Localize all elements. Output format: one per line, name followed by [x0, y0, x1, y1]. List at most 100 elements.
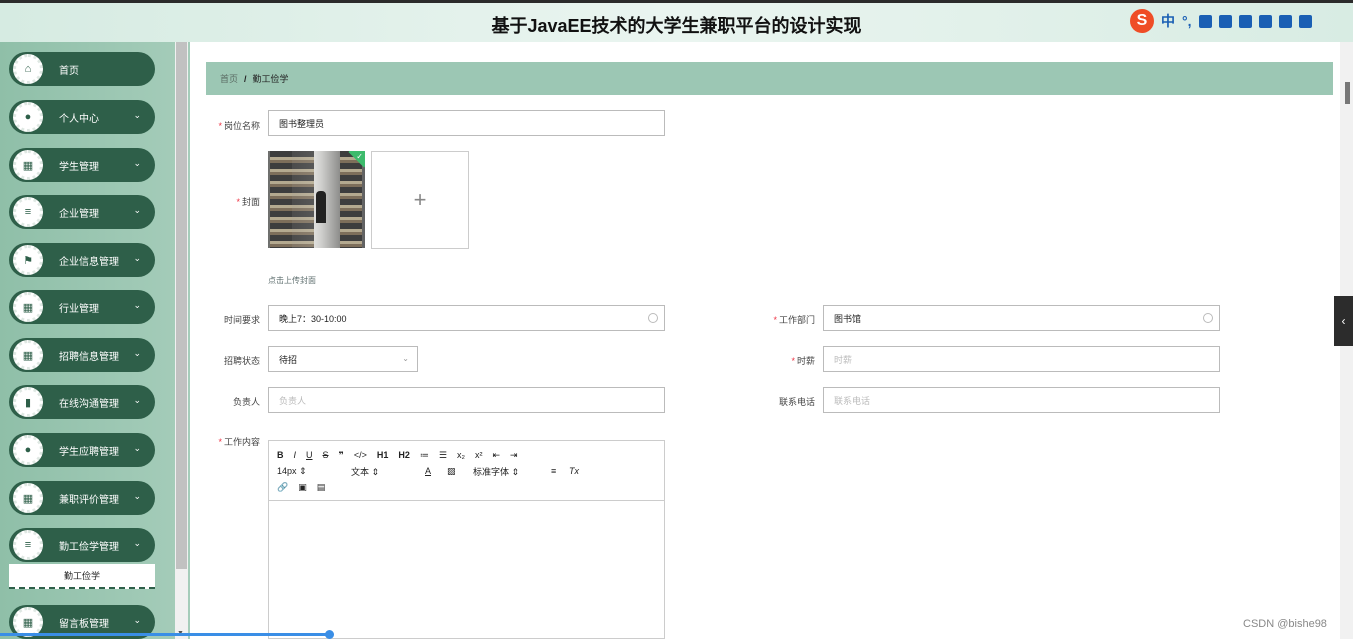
ime-toolbar[interactable]: S 中 °,: [1130, 8, 1335, 34]
sidebar-scrollbar[interactable]: ▼: [175, 42, 188, 639]
underline-button[interactable]: U: [306, 450, 313, 460]
font-family-select[interactable]: 标准字体 ⇕: [473, 465, 551, 478]
sidebar-item-label: 企业管理: [59, 208, 99, 220]
phone-input[interactable]: 联系电话: [823, 387, 1220, 413]
sogou-logo-icon[interactable]: S: [1130, 9, 1154, 33]
apps-icon[interactable]: [1298, 14, 1312, 28]
department-value: 图书馆: [834, 313, 862, 324]
position-name-input[interactable]: 图书整理员: [268, 110, 665, 136]
outdent-button[interactable]: ⇤: [492, 450, 500, 461]
sidebar-item-label: 个人中心: [59, 113, 99, 125]
sidebar-item-label: 在线沟通管理: [59, 398, 119, 410]
sidebar-item-applications[interactable]: ● 学生应聘管理 ⌄: [9, 433, 155, 467]
code-button[interactable]: </>: [354, 450, 367, 460]
cover-upload-button[interactable]: +: [371, 151, 469, 249]
breadcrumb-separator: /: [244, 73, 247, 84]
cover-image[interactable]: ✓: [268, 151, 365, 248]
department-input[interactable]: 图书馆: [823, 305, 1220, 331]
sidebar-item-students[interactable]: ▦ 学生管理 ⌄: [9, 148, 155, 182]
chevron-down-icon: ⌄: [133, 538, 141, 548]
recruit-status-value: 待招: [279, 354, 298, 365]
sidebar-item-label: 兼职评价管理: [59, 494, 119, 506]
ime-mode[interactable]: 中: [1161, 11, 1175, 31]
h2-button[interactable]: H2: [398, 450, 410, 460]
required-mark: *: [218, 437, 222, 447]
cover-label: * 封面: [236, 197, 260, 207]
main-scroll-thumb[interactable]: [1345, 82, 1350, 104]
strike-button[interactable]: S: [323, 450, 329, 460]
clear-icon[interactable]: [1203, 313, 1213, 323]
required-mark: *: [773, 315, 777, 325]
sidebar-scroll-thumb[interactable]: [176, 42, 187, 569]
cover-upload-hint: 点击上传封面: [268, 276, 316, 285]
sidebar-item-companies[interactable]: ≡ 企业管理 ⌄: [9, 195, 155, 229]
background-color-icon[interactable]: ▨: [447, 466, 473, 477]
person-figure: [316, 191, 326, 223]
breadcrumb-home[interactable]: 首页: [220, 72, 238, 85]
emoji-icon[interactable]: [1198, 14, 1212, 28]
font-color-icon[interactable]: A: [425, 466, 447, 476]
sidebar-item-label: 留言板管理: [59, 618, 109, 630]
breadcrumb: 首页 / 勤工俭学: [206, 62, 1333, 95]
chevron-down-icon: ⌄: [133, 491, 141, 501]
sidebar-item-label: 勤工俭学管理: [59, 541, 119, 553]
sidebar-item-recruitment[interactable]: ▦ 招聘信息管理 ⌄: [9, 338, 155, 372]
bullet-list-button[interactable]: ☰: [439, 450, 447, 461]
sidebar-item-personal-center[interactable]: ● 个人中心 ⌄: [9, 100, 155, 134]
subscript-button[interactable]: x₂: [457, 450, 465, 460]
sidebar-item-company-info[interactable]: ⚑ 企业信息管理 ⌄: [9, 243, 155, 277]
h1-button[interactable]: H1: [377, 450, 389, 460]
recruit-status-select[interactable]: 待招 ⌄: [268, 346, 418, 372]
sidebar-item-label: 招聘信息管理: [59, 351, 119, 363]
sidebar-item-industry[interactable]: ▦ 行业管理 ⌄: [9, 290, 155, 324]
required-mark: *: [218, 121, 222, 131]
horizontal-scrollbar[interactable]: [0, 630, 334, 639]
indent-button[interactable]: ⇥: [510, 450, 518, 461]
align-icon[interactable]: ≡: [551, 466, 569, 476]
sidebar-item-work-study[interactable]: ≡ 勤工俭学管理 ⌄: [9, 528, 155, 562]
font-size-select[interactable]: 14px ⇕: [277, 466, 351, 477]
text-type-select[interactable]: 文本 ⇕: [351, 465, 425, 478]
bold-button[interactable]: B: [277, 450, 284, 460]
ime-punct[interactable]: °,: [1182, 13, 1192, 29]
chevron-down-icon: ⌄: [133, 110, 141, 120]
toolbox-icon[interactable]: [1258, 14, 1272, 28]
chevron-down-icon: ⌄: [133, 395, 141, 405]
chevron-down-icon: ⌄: [133, 158, 141, 168]
mic-icon[interactable]: [1218, 14, 1232, 28]
ordered-list-button[interactable]: ≔: [420, 450, 429, 461]
department-label: * 工作部门: [773, 315, 815, 325]
superscript-button[interactable]: x²: [475, 450, 483, 460]
breadcrumb-current: 勤工俭学: [252, 74, 289, 84]
video-icon[interactable]: ▤: [317, 482, 326, 493]
time-requirement-value: 晚上7：30-10:00: [279, 313, 347, 324]
sidebar-item-label: 行业管理: [59, 303, 99, 315]
rich-text-editor[interactable]: B I U S ❞ </> H1 H2 ≔ ☰ x₂ x² ⇤ ⇥ 14px ⇕…: [268, 440, 665, 639]
chevron-down-icon: ⌄: [133, 615, 141, 625]
salary-input[interactable]: 时薪: [823, 346, 1220, 372]
clear-format-icon[interactable]: Tx: [569, 466, 579, 476]
keyboard-icon[interactable]: [1238, 14, 1252, 28]
time-requirement-input[interactable]: 晚上7：30-10:00: [268, 305, 665, 331]
link-icon[interactable]: 🔗: [277, 482, 288, 493]
phone-label: 联系电话: [778, 397, 815, 407]
quote-button[interactable]: ❞: [339, 450, 344, 461]
image-icon[interactable]: ▣: [298, 482, 307, 493]
required-mark: *: [236, 197, 240, 207]
italic-button[interactable]: I: [294, 450, 297, 460]
submenu-item-work-study[interactable]: 勤工俭学: [9, 564, 155, 589]
clear-icon[interactable]: [648, 313, 658, 323]
manager-input[interactable]: 负责人: [268, 387, 665, 413]
recruit-status-label: 招聘状态: [223, 356, 260, 366]
sidebar-item-online-chat[interactable]: ▮ 在线沟通管理 ⌄: [9, 385, 155, 419]
sidebar-item-label: 学生管理: [59, 161, 99, 173]
check-icon: ✓: [356, 152, 363, 161]
chevron-down-icon: ⌄: [133, 205, 141, 215]
home-icon: ⌂: [13, 54, 43, 84]
horizontal-scroll-knob[interactable]: [325, 630, 334, 639]
collapse-panel-button[interactable]: ‹: [1334, 296, 1353, 346]
sidebar-item-home[interactable]: ⌂ 首页: [9, 52, 155, 86]
skin-icon[interactable]: [1278, 14, 1292, 28]
sidebar-item-reviews[interactable]: ▦ 兼职评价管理 ⌄: [9, 481, 155, 515]
content-label: * 工作内容: [218, 437, 260, 447]
